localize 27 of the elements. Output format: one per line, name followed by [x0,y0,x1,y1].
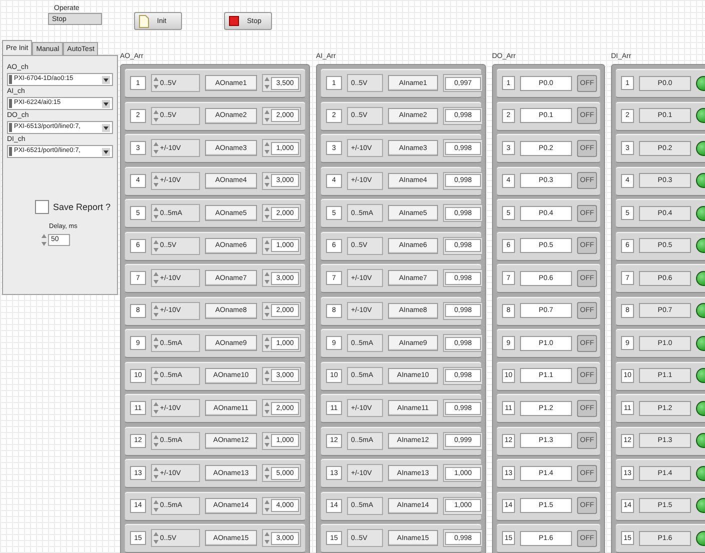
spinner-icon[interactable] [153,336,159,350]
spinner-icon[interactable] [153,434,159,448]
spinner-icon[interactable] [153,141,159,155]
spinner-icon[interactable] [153,238,159,252]
io-icon [9,99,12,108]
dropdown-arrow-icon[interactable] [102,124,110,132]
checkbox-label: Save Report ? [53,202,111,212]
spinner-icon[interactable] [153,466,159,480]
spinner-icon[interactable] [153,76,159,90]
io-icon [9,147,12,156]
checkbox[interactable] [35,200,49,214]
spinner-icon[interactable] [153,498,159,512]
spinner-icon[interactable] [153,401,159,415]
spinner-icon[interactable] [153,304,159,318]
spinner-icon[interactable] [153,368,159,382]
stop-icon [229,16,239,26]
spinner-icon[interactable] [153,206,159,220]
document-icon [139,14,149,28]
io-icon [9,75,12,84]
spinner-icon[interactable] [153,174,159,188]
spinner-icon[interactable] [153,108,159,122]
spinner-icon[interactable] [153,271,159,285]
dropdown-arrow-icon[interactable] [102,148,110,156]
dropdown-arrow-icon[interactable] [102,100,110,108]
dropdown-arrow-icon[interactable] [102,76,110,84]
spinner-icon[interactable] [153,531,159,545]
io-icon [9,123,12,132]
